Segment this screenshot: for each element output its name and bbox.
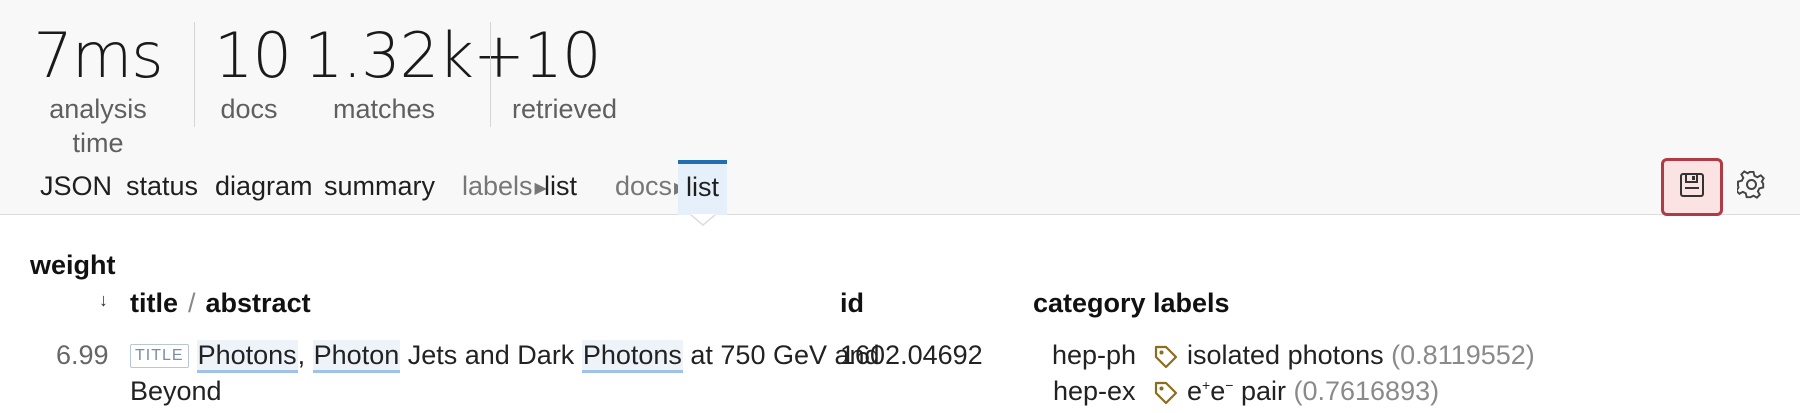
search-highlight: Photons xyxy=(581,340,683,373)
tab-group-docs: docs▶ xyxy=(615,160,686,215)
search-highlight: Photons xyxy=(196,340,298,373)
title-text: Jets and Dark xyxy=(400,340,582,370)
stat-label: retrieved xyxy=(512,94,618,124)
tab-group-label: labels xyxy=(462,171,533,201)
stat-value: 1.32k+ xyxy=(304,19,525,92)
search-highlight: Photon xyxy=(312,340,401,373)
active-tab-pointer-fill xyxy=(691,214,715,224)
row-title[interactable]: TITLE Photons, Photon Jets and Dark Photo… xyxy=(130,340,880,373)
tab-docs-list[interactable]: list xyxy=(678,160,727,215)
floppy-disk-icon xyxy=(1679,172,1705,203)
tag-icon xyxy=(1153,344,1179,377)
stat-divider xyxy=(194,22,195,127)
row-category: hep-ph xyxy=(1052,340,1137,370)
stat-matches: 1.32k+ matches xyxy=(304,19,525,126)
label-name-part: e xyxy=(1187,376,1203,406)
row-weight: 6.99 xyxy=(56,340,109,370)
column-header-weight[interactable]: weight xyxy=(30,250,116,281)
label-name-part: e xyxy=(1210,376,1226,406)
gear-icon xyxy=(1735,169,1767,205)
column-header-labels[interactable]: labels xyxy=(1153,288,1230,319)
label-name: isolated photons xyxy=(1187,340,1384,370)
column-header-id[interactable]: id xyxy=(840,288,864,319)
stat-value: 10 xyxy=(523,19,602,92)
title-badge: TITLE xyxy=(130,344,189,368)
sort-descending-icon[interactable]: ↓ xyxy=(99,290,108,311)
settings-button[interactable] xyxy=(1733,168,1771,206)
save-button[interactable] xyxy=(1661,158,1723,216)
row-category: hep-ex xyxy=(1053,376,1136,406)
tag-icon xyxy=(1153,380,1179,413)
stat-label: matches xyxy=(332,94,436,124)
tab-labels-list[interactable]: list xyxy=(544,160,577,215)
stat-retrieved: 10 retrieved xyxy=(512,19,618,126)
tab-status[interactable]: status xyxy=(126,160,198,215)
label-item[interactable]: isolated photons (0.8119552) xyxy=(1153,340,1535,377)
tab-diagram[interactable]: diagram xyxy=(215,160,313,215)
stat-analysis-time: 7ms analysis time xyxy=(28,20,168,160)
stat-docs: 10 docs xyxy=(214,19,292,126)
tab-group-label: docs xyxy=(615,171,673,201)
stat-label: docs xyxy=(220,94,278,124)
results-summary-panel: 7ms analysis time 10 docs 1.32k+ matches… xyxy=(0,0,1800,216)
stat-divider xyxy=(490,22,491,127)
stat-label: analysis time xyxy=(49,94,147,158)
title-text-line2: Beyond xyxy=(130,376,222,406)
stat-value: 7ms xyxy=(33,19,163,92)
column-header-title-abstract: title / abstract xyxy=(130,288,311,319)
label-score: (0.7616893) xyxy=(1293,376,1440,406)
label-item[interactable]: e+e− pair (0.7616893) xyxy=(1153,376,1439,413)
label-superscript: + xyxy=(1202,377,1211,393)
tab-group-labels: labels ▶ xyxy=(462,160,547,215)
column-header-title[interactable]: title xyxy=(130,288,178,318)
label-name-part: pair xyxy=(1233,376,1286,406)
title-text: , xyxy=(297,340,313,370)
stat-value: 10 xyxy=(214,19,292,92)
label-score: (0.8119552) xyxy=(1391,340,1535,370)
tab-summary[interactable]: summary xyxy=(324,160,435,215)
header-separator: / xyxy=(188,288,196,318)
row-id[interactable]: 1602.04692 xyxy=(840,340,983,371)
column-header-abstract[interactable]: abstract xyxy=(206,288,311,318)
column-header-category[interactable]: category xyxy=(1033,288,1146,319)
tab-json[interactable]: JSON xyxy=(40,160,112,215)
